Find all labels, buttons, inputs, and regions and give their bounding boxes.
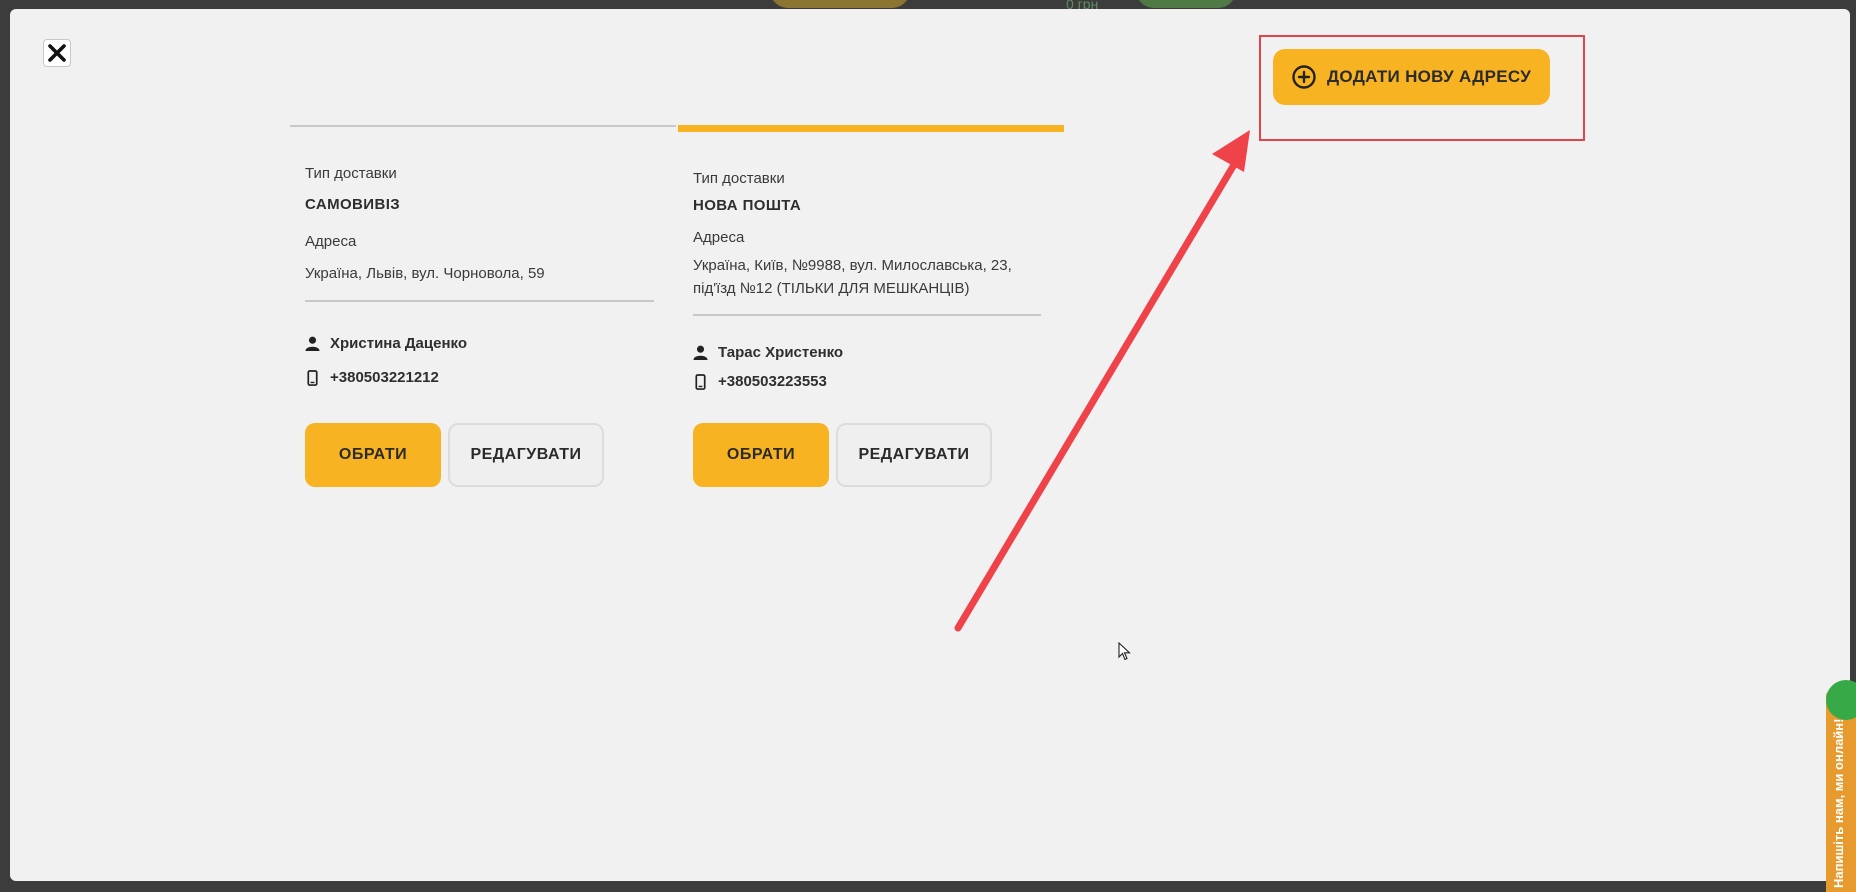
annotation-arrow <box>954 130 1250 632</box>
mouse-cursor-icon <box>1118 642 1131 661</box>
chat-widget-label[interactable]: Напишіть нам, ми онлайн! <box>1831 719 1846 888</box>
chat-indicator <box>1826 680 1856 720</box>
